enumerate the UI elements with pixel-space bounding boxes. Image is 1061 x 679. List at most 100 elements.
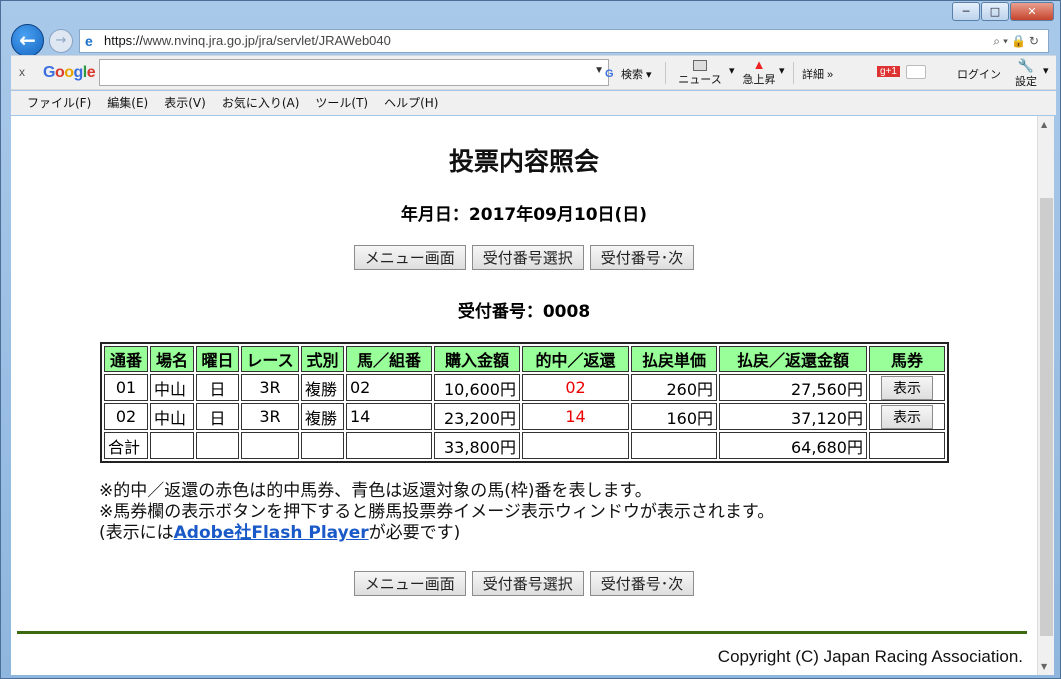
google-plus-icon[interactable]: g+1 — [877, 66, 900, 77]
cell-total-label: 合計 — [104, 432, 148, 459]
show-ticket-button[interactable]: 表示 — [881, 404, 933, 429]
table-header-row: 通番 場名 曜日 レース 式別 馬／組番 購入金額 的中／返還 払戻単価 払戻／… — [104, 346, 945, 372]
settings-button[interactable]: 🔧 設定 — [1015, 59, 1037, 89]
cell-day: 日 — [196, 374, 239, 401]
menu-help[interactable]: ヘルプ(H) — [384, 91, 438, 115]
cell-payout: 27,560円 — [719, 374, 867, 401]
divider — [665, 62, 666, 84]
news-button[interactable]: ニュース — [675, 60, 725, 87]
menu-file[interactable]: ファイル(F) — [27, 91, 91, 115]
cell-empty — [241, 432, 299, 459]
address-controls[interactable]: ⌕▾🔒↻ — [993, 30, 1042, 52]
table-row: 01 中山 日 3R 複勝 02 10,600円 02 260円 27,560円… — [104, 374, 945, 401]
cell-horse-number: 02 — [346, 374, 432, 401]
bet-table: 通番 場名 曜日 レース 式別 馬／組番 購入金額 的中／返還 払戻単価 払戻／… — [100, 342, 949, 463]
menu-view[interactable]: 表示(V) — [164, 91, 206, 115]
cell-total-purchase: 33,800円 — [434, 432, 520, 459]
table-row: 02 中山 日 3R 複勝 14 23,200円 14 160円 37,120円… — [104, 403, 945, 430]
window-controls: ─ □ ✕ — [952, 2, 1054, 21]
col-header: 払戻単価 — [631, 346, 717, 372]
minimize-button[interactable]: ─ — [952, 2, 980, 21]
footer-divider — [17, 631, 1027, 634]
show-ticket-button[interactable]: 表示 — [881, 375, 933, 400]
arrow-up-icon: ▲ — [752, 57, 766, 72]
google-toolbar: x Google ▼ G 検索 ▾ ニュース ▾ ▲ 急上昇 ▾ 詳細 » g+1 … — [11, 55, 1056, 90]
wrench-icon: 🔧 — [1017, 58, 1035, 73]
news-icon — [693, 60, 707, 71]
cell-empty — [196, 432, 239, 459]
receipt-next-button[interactable]: 受付番号･次 — [589, 571, 695, 596]
scroll-up-icon[interactable]: ▲ — [1041, 120, 1047, 129]
note-line: ※馬券欄の表示ボタンを押下すると勝馬投票券イメージ表示ウィンドウが表示されます。 — [99, 502, 775, 522]
receipt-next-button[interactable]: 受付番号･次 — [589, 245, 695, 270]
col-header: 馬／組番 — [346, 346, 432, 372]
cell-unit-price: 260円 — [631, 374, 717, 401]
scroll-down-icon[interactable]: ▼ — [1041, 662, 1047, 671]
forward-button[interactable]: → — [49, 29, 73, 53]
back-button[interactable]: ← — [11, 24, 44, 57]
url-protocol: https:// — [104, 33, 144, 48]
receipt-select-button[interactable]: 受付番号選択 — [471, 245, 584, 270]
toolbar-close-button[interactable]: x — [19, 65, 25, 79]
address-bar[interactable]: e https://www.nvinq.jra.go.jp/jra/servle… — [79, 29, 1049, 53]
page-title: 投票内容照会 — [448, 147, 599, 176]
cell-empty — [301, 432, 344, 459]
chevron-down-icon[interactable]: ▼ — [594, 65, 604, 76]
cell-venue: 中山 — [150, 403, 194, 430]
ie-icon: e — [85, 33, 93, 49]
rising-dropdown[interactable]: ▾ — [779, 64, 785, 77]
settings-dropdown[interactable]: ▾ — [1043, 64, 1049, 77]
col-header: 購入金額 — [434, 346, 520, 372]
cell-total-payout: 64,680円 — [719, 432, 867, 459]
cell-ticket: 表示 — [869, 403, 945, 430]
flash-player-link[interactable]: Adobe社Flash Player — [174, 523, 369, 543]
cell-serial: 02 — [104, 403, 148, 430]
col-header: 場名 — [150, 346, 194, 372]
toggle-switch[interactable] — [906, 65, 926, 79]
col-header: 馬券 — [869, 346, 945, 372]
menu-favorites[interactable]: お気に入り(A) — [222, 91, 300, 115]
col-header: 式別 — [301, 346, 344, 372]
copyright: Copyright (C) Japan Racing Association. — [717, 647, 1023, 666]
cell-ticket: 表示 — [869, 374, 945, 401]
menu-edit[interactable]: 編集(E) — [107, 91, 148, 115]
scroll-thumb[interactable] — [1040, 198, 1053, 636]
menu-bar: ファイル(F) 編集(E) 表示(V) お気に入り(A) ツール(T) ヘルプ(… — [11, 91, 1056, 115]
receipt-number: 受付番号：0008 — [457, 302, 591, 322]
cell-horse-number: 14 — [346, 403, 432, 430]
cell-empty — [631, 432, 717, 459]
vertical-scrollbar[interactable]: ▲ ▼ — [1037, 116, 1054, 675]
login-link[interactable]: ログイン — [957, 66, 1001, 82]
cell-purchase: 23,200円 — [434, 403, 520, 430]
cell-empty — [869, 432, 945, 459]
cell-empty — [150, 432, 194, 459]
cell-hit: 14 — [522, 403, 629, 430]
menu-screen-button[interactable]: メニュー画面 — [353, 571, 466, 596]
date-label: 年月日：2017年09月10日(日) — [400, 205, 648, 225]
news-dropdown[interactable]: ▾ — [729, 64, 735, 77]
col-header: 曜日 — [196, 346, 239, 372]
google-search-input[interactable]: ▼ — [99, 59, 609, 86]
rising-button[interactable]: ▲ 急上昇 — [739, 58, 779, 87]
maximize-button[interactable]: □ — [981, 2, 1009, 21]
google-search-button[interactable]: G 検索 ▾ — [605, 66, 652, 82]
cell-payout: 37,120円 — [719, 403, 867, 430]
cell-empty — [346, 432, 432, 459]
col-header: レース — [241, 346, 299, 372]
cell-bet-type: 複勝 — [301, 403, 344, 430]
nav-buttons-bottom: メニュー画面 受付番号選択 受付番号･次 — [11, 571, 1037, 596]
col-header: 的中／返還 — [522, 346, 629, 372]
cell-bet-type: 複勝 — [301, 374, 344, 401]
address-row: ← → e https://www.nvinq.jra.go.jp/jra/se… — [9, 21, 1055, 57]
cell-serial: 01 — [104, 374, 148, 401]
receipt-select-button[interactable]: 受付番号選択 — [471, 571, 584, 596]
google-g-icon: G — [605, 68, 614, 81]
menu-screen-button[interactable]: メニュー画面 — [353, 245, 466, 270]
note-line: ※的中／返還の赤色は的中馬券、青色は返還対象の馬(枠)番を表します。 — [99, 481, 652, 501]
menu-tools[interactable]: ツール(T) — [315, 91, 368, 115]
details-button[interactable]: 詳細 » — [802, 66, 833, 82]
url-text: www.nvinq.jra.go.jp/jra/servlet/JRAWeb04… — [143, 33, 391, 48]
note-line: (表示にはAdobe社Flash Playerが必要です) — [99, 523, 461, 543]
cell-day: 日 — [196, 403, 239, 430]
close-window-button[interactable]: ✕ — [1010, 2, 1054, 21]
